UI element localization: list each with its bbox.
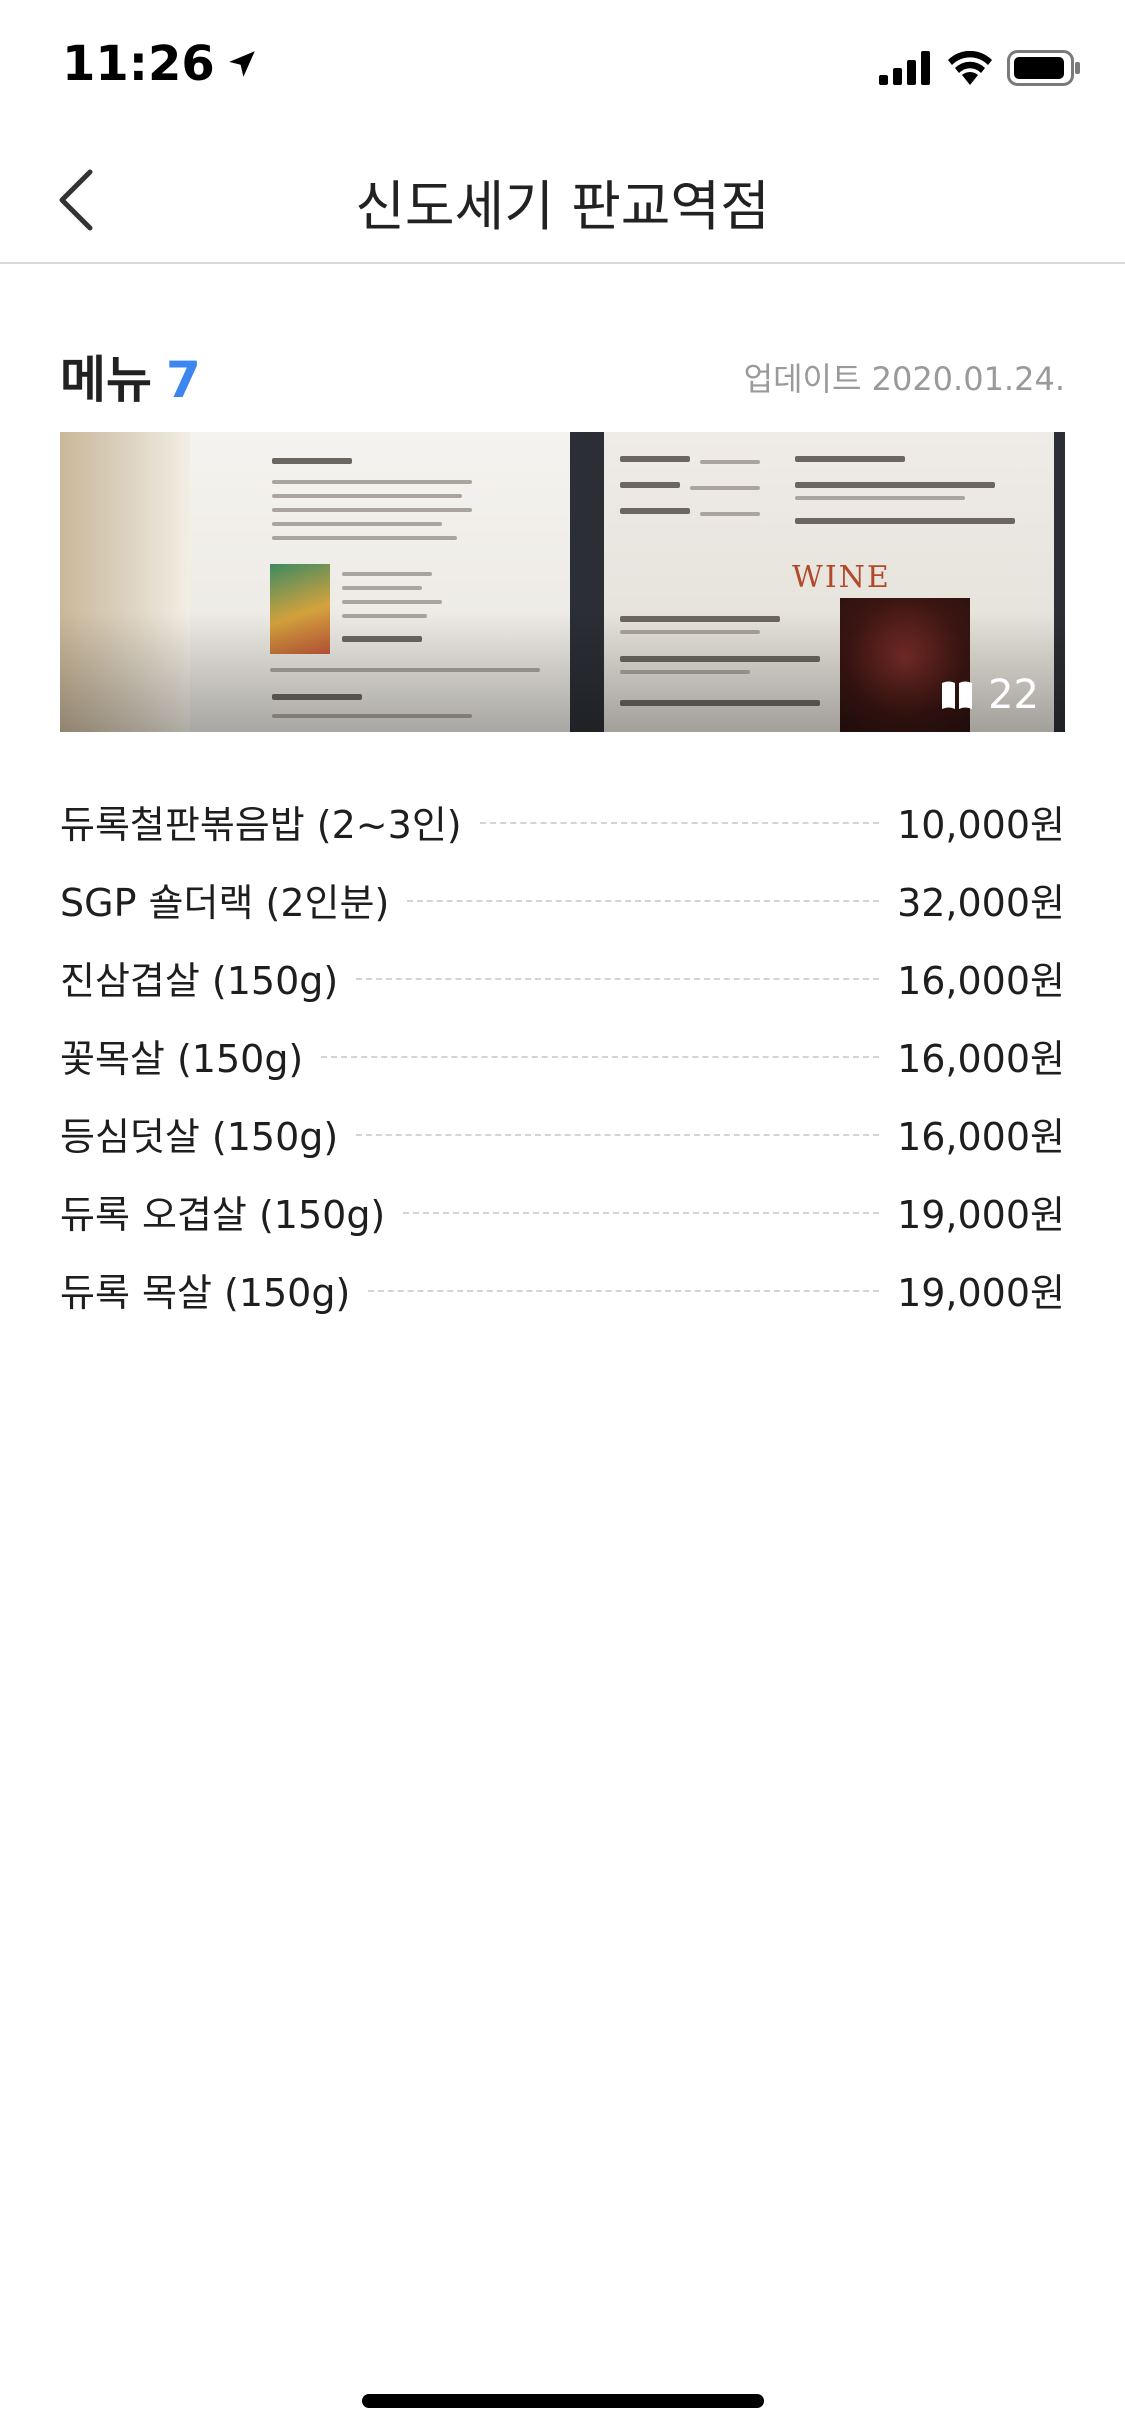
menu-item-leader: [321, 1056, 880, 1058]
menu-item: 꽃목살 (150g) 16,000원: [60, 1016, 1065, 1094]
update-date: 업데이트 2020.01.24.: [743, 360, 1065, 398]
menu-item-price: 19,000원: [897, 1270, 1065, 1315]
menu-item: 등심덧살 (150g) 16,000원: [60, 1094, 1065, 1172]
book-icon: [942, 681, 973, 709]
menu-count: 7: [166, 351, 201, 409]
menu-item-name: 진삼겹살 (150g): [60, 958, 339, 1003]
photo-text-line: [795, 518, 1015, 524]
photo-shade: [60, 612, 1065, 732]
menu-item: 진삼겹살 (150g) 16,000원: [60, 938, 1065, 1016]
navigation-bar: 신도세기 판교역점: [0, 132, 1125, 264]
menu-item-name: 듀록철판볶음밥 (2~3인): [60, 802, 462, 847]
menu-item-leader: [403, 1212, 880, 1214]
status-bar: 11:26: [0, 0, 1125, 132]
menu-item-name: 꽃목살 (150g): [60, 1036, 304, 1081]
menu-list: 듀록철판볶음밥 (2~3인) 10,000원 SGP 숄더랙 (2인분) 32,…: [60, 782, 1065, 1328]
photo-text-line: [272, 480, 472, 484]
photo-text-line: [272, 508, 472, 512]
menu-title-label: 메뉴: [60, 351, 152, 409]
photo-text-line: [342, 600, 442, 604]
menu-item-price: 16,000원: [897, 958, 1065, 1003]
photo-text-line: [620, 456, 690, 462]
menu-item: 듀록철판볶음밥 (2~3인) 10,000원: [60, 782, 1065, 860]
menu-item: SGP 숄더랙 (2인분) 32,000원: [60, 860, 1065, 938]
menu-item-leader: [407, 900, 880, 902]
home-indicator[interactable]: [362, 2394, 764, 2408]
menu-item-price: 32,000원: [897, 880, 1065, 925]
menu-item-price: 10,000원: [897, 802, 1065, 847]
photo-text-line: [620, 482, 680, 488]
photo-text-line: [795, 496, 965, 500]
menu-item: 듀록 목살 (150g) 19,000원: [60, 1250, 1065, 1328]
menu-item-price: 19,000원: [897, 1192, 1065, 1237]
page-title: 신도세기 판교역점: [355, 175, 770, 238]
menu-item: 듀록 오겹살 (150g) 19,000원: [60, 1172, 1065, 1250]
menu-item-name: SGP 숄더랙 (2인분): [60, 880, 390, 925]
photo-text-line: [690, 486, 760, 490]
photo-text-line: [342, 572, 432, 576]
photo-text-line: [272, 536, 457, 540]
menu-item-leader: [356, 1134, 880, 1136]
menu-item-price: 16,000원: [897, 1114, 1065, 1159]
photo-text-line: [795, 482, 995, 488]
menu-photo[interactable]: WINE 22: [60, 432, 1065, 732]
photo-text-line: [700, 512, 760, 516]
cellular-signal-icon: [879, 51, 930, 85]
photo-text-line: [272, 522, 442, 526]
photo-text-line: [700, 460, 760, 464]
menu-item-leader: [479, 822, 880, 824]
photo-count-badge: 22: [940, 672, 1039, 718]
photo-wine-heading: WINE: [792, 560, 891, 595]
battery-icon: [1007, 50, 1080, 86]
menu-item-leader: [368, 1290, 880, 1292]
photo-text-line: [272, 458, 352, 464]
photo-text-line: [795, 456, 905, 462]
menu-item-name: 듀록 목살 (150g): [60, 1270, 351, 1315]
photo-text-line: [272, 494, 462, 498]
status-time: 11:26: [62, 36, 259, 92]
menu-header: 메뉴 7 업데이트 2020.01.24.: [60, 336, 1065, 409]
wifi-icon: [948, 51, 992, 85]
photo-count: 22: [988, 672, 1039, 718]
menu-item-name: 듀록 오겹살 (150g): [60, 1192, 386, 1237]
status-icons: [879, 50, 1081, 86]
photo-text-line: [620, 508, 690, 514]
menu-item-price: 16,000원: [897, 1036, 1065, 1081]
menu-item-name: 등심덧살 (150g): [60, 1114, 339, 1159]
menu-item-leader: [356, 978, 880, 980]
status-time-text: 11:26: [62, 36, 215, 92]
photo-text-line: [342, 586, 422, 590]
menu-section-title: 메뉴 7: [60, 340, 201, 412]
location-arrow-icon: [229, 51, 255, 77]
